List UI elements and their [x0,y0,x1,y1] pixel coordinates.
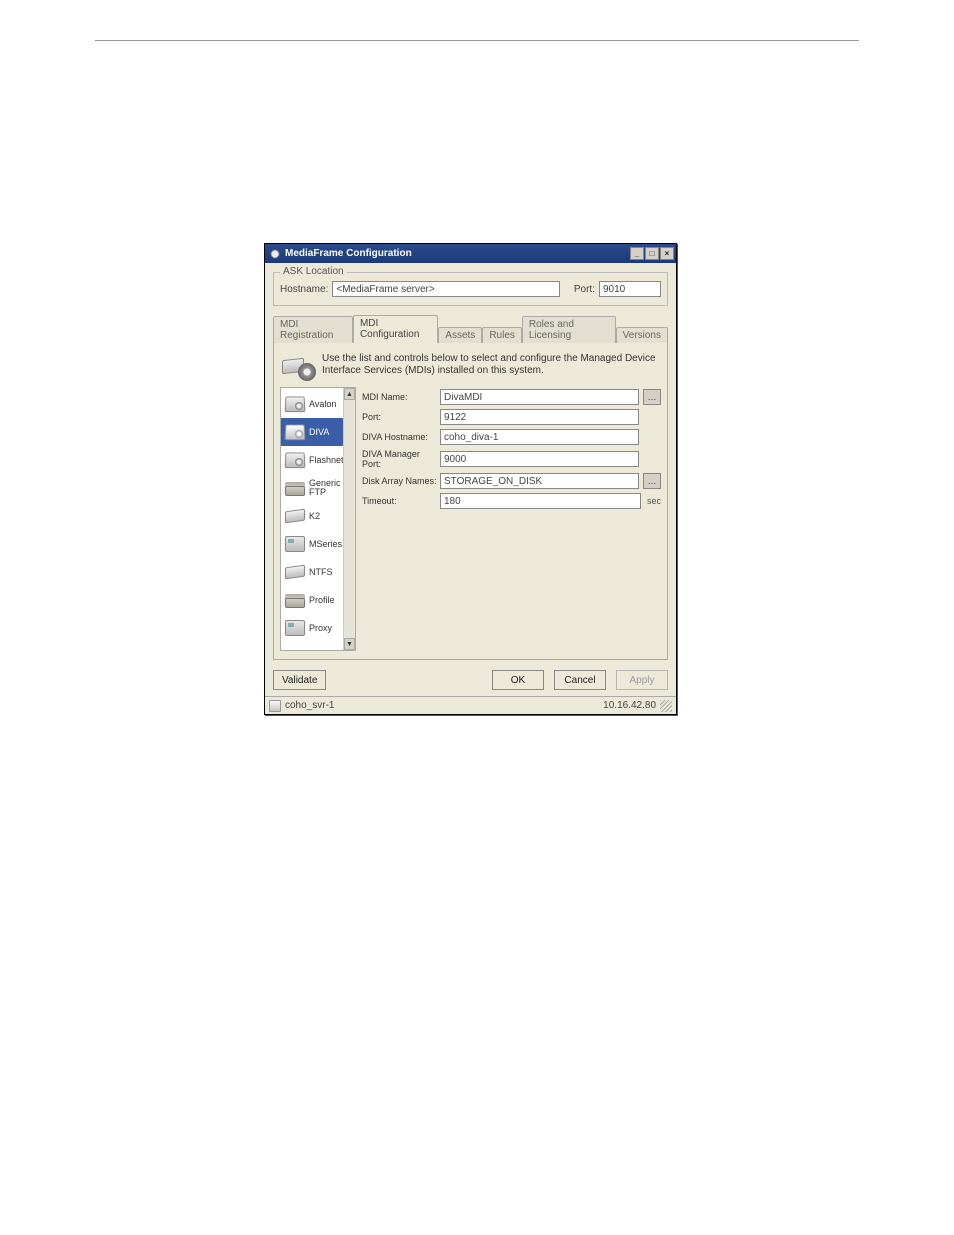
sidebar-item-label: Profile [309,595,335,605]
port-label: Port: [574,284,595,295]
diva-manager-port-label: DIVA Manager Port: [362,449,440,469]
tab-rules[interactable]: Rules [482,327,522,343]
tab-assets[interactable]: Assets [438,327,482,343]
validate-button[interactable]: Validate [273,670,326,690]
tab-roles-licensing[interactable]: Roles and Licensing [522,316,616,343]
status-bar: coho_svr-1 10.16.42.80 [265,696,676,714]
status-ip: 10.16.42.80 [603,700,656,711]
tab-versions[interactable]: Versions [616,327,668,343]
stack-icon [285,598,305,608]
sidebar-item-label: Avalon [309,399,336,409]
tabstrip: MDI Registration MDI Configuration Asset… [273,314,668,342]
status-host: coho_svr-1 [285,700,334,711]
status-icon [269,700,281,712]
minimize-button[interactable]: _ [630,247,644,260]
cancel-button[interactable]: Cancel [554,670,606,690]
mdi-type-list[interactable]: Avalon DIVA Flashnet [280,387,356,651]
apply-button[interactable]: Apply [616,670,668,690]
diva-manager-port-input[interactable] [440,451,639,467]
timeout-input[interactable] [440,493,641,509]
hostname-label: Hostname: [280,284,328,295]
resize-grip-icon[interactable] [660,700,672,712]
mdi-config-form: MDI Name: … Port: DIVA Hostname: [360,387,661,651]
mdi-port-label: Port: [362,412,440,422]
app-icon [269,248,281,260]
sidebar-scrollbar[interactable]: ▲ ▼ [343,388,355,650]
diva-hostname-input[interactable] [440,429,639,445]
mdi-port-input[interactable] [440,409,639,425]
sidebar-item-label: K2 [309,511,320,521]
sidebar-item-label: Flashnet [309,455,344,465]
disk-array-names-label: Disk Array Names: [362,476,440,486]
timeout-unit: sec [647,496,661,506]
hostname-input[interactable] [332,281,560,297]
sidebar-item-label: DIVA [309,427,329,437]
server-icon [285,452,306,468]
tab-mdi-configuration[interactable]: MDI Configuration [353,315,438,343]
window-title: MediaFrame Configuration [285,248,412,259]
mdi-name-input[interactable] [440,389,639,405]
mediaframe-config-window: MediaFrame Configuration _ □ × ASK Locat… [264,243,677,715]
ok-button[interactable]: OK [492,670,544,690]
sidebar-item-label: MSeries [309,539,342,549]
drive-icon [285,509,305,524]
maximize-button[interactable]: □ [645,247,659,260]
drive-icon [285,565,305,580]
device-icon [285,536,305,552]
device-icon [285,620,305,636]
ask-port-input[interactable] [599,281,661,297]
scroll-up-icon[interactable]: ▲ [344,388,355,400]
diva-hostname-label: DIVA Hostname: [362,432,440,442]
tabs: MDI Registration MDI Configuration Asset… [273,314,668,660]
tab-mdi-registration[interactable]: MDI Registration [273,316,353,343]
dialog-buttons: Validate OK Cancel Apply [265,662,676,696]
ask-location-legend: ASK Location [280,266,347,277]
titlebar[interactable]: MediaFrame Configuration _ □ × [265,244,676,263]
ask-location-group: ASK Location Hostname: Port: [273,272,668,306]
disk-array-browse-button[interactable]: … [643,473,661,489]
timeout-label: Timeout: [362,496,440,506]
sidebar-item-label: Proxy [309,623,332,633]
server-icon [285,424,306,440]
tabpanel-mdi-configuration: Use the list and controls below to selec… [273,342,668,660]
mdi-name-browse-button[interactable]: … [643,389,661,405]
close-button[interactable]: × [660,247,674,260]
mdi-name-label: MDI Name: [362,392,440,402]
disk-array-names-input[interactable] [440,473,639,489]
panel-description: Use the list and controls below to selec… [322,353,659,378]
sidebar-item-label: NTFS [309,567,333,577]
mdi-services-icon [282,351,314,379]
scroll-down-icon[interactable]: ▼ [344,638,355,650]
server-icon [285,396,306,412]
page-header-rule [95,40,859,41]
stack-icon [285,486,305,496]
